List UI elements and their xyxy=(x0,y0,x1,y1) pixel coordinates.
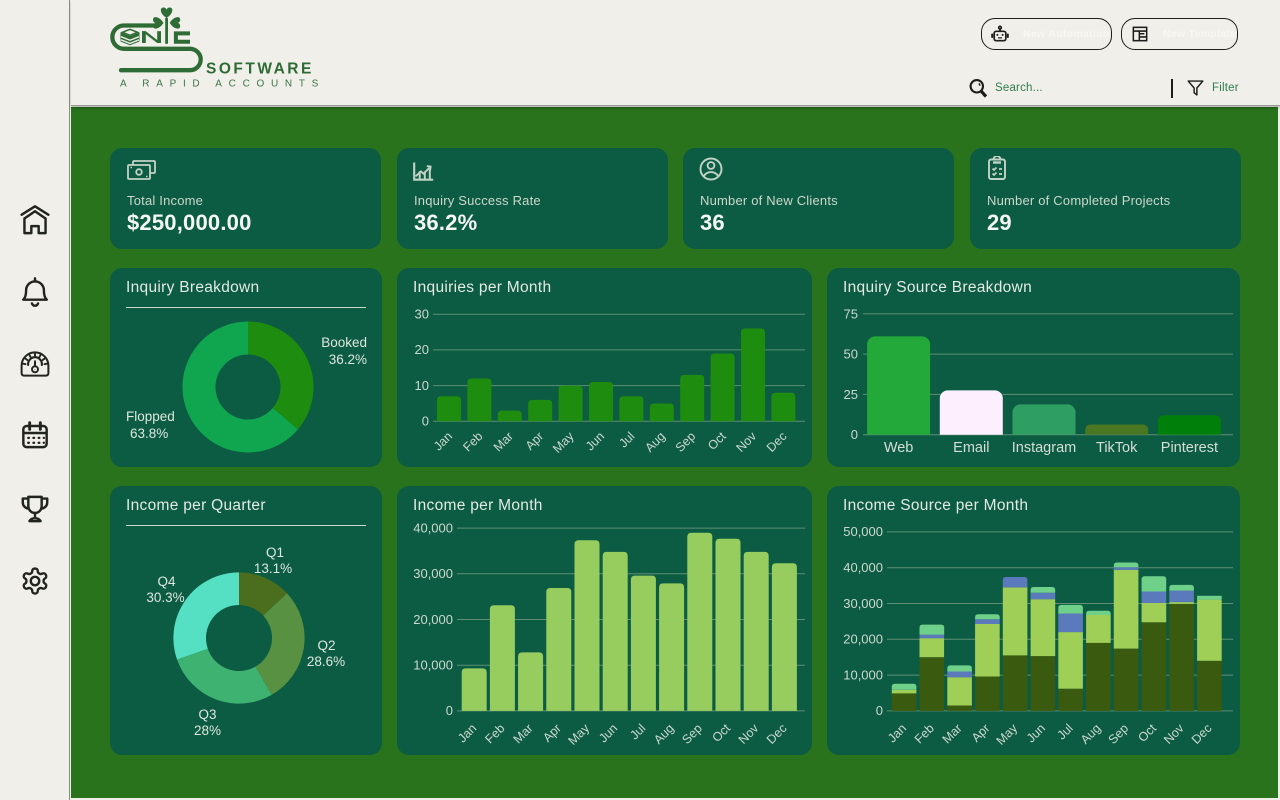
svg-text:40,000: 40,000 xyxy=(413,520,453,535)
svg-text:30.3%: 30.3% xyxy=(146,590,184,605)
svg-text:10,000: 10,000 xyxy=(843,667,883,682)
svg-text:Jan: Jan xyxy=(885,721,909,745)
svg-text:May: May xyxy=(994,721,1021,748)
svg-text:Sep: Sep xyxy=(1106,721,1132,747)
svg-text:30,000: 30,000 xyxy=(413,566,453,581)
svg-text:63.8%: 63.8% xyxy=(130,426,168,441)
svg-text:Aug: Aug xyxy=(642,429,668,455)
svg-text:Apr: Apr xyxy=(523,429,547,453)
svg-text:TikTok: TikTok xyxy=(1096,440,1138,456)
svg-text:Web: Web xyxy=(884,440,914,456)
svg-text:0: 0 xyxy=(422,414,429,429)
svg-text:40,000: 40,000 xyxy=(843,560,883,575)
svg-text:Flopped: Flopped xyxy=(126,409,175,424)
svg-text:Feb: Feb xyxy=(912,721,937,746)
svg-text:May: May xyxy=(566,721,593,748)
svg-text:28%: 28% xyxy=(194,723,221,738)
svg-text:Jul: Jul xyxy=(627,721,648,742)
svg-text:Q1: Q1 xyxy=(266,545,284,560)
svg-text:Dec: Dec xyxy=(1189,721,1215,747)
svg-text:Jun: Jun xyxy=(583,429,607,453)
svg-text:Jan: Jan xyxy=(431,429,455,453)
svg-text:50,000: 50,000 xyxy=(843,524,883,539)
svg-text:Feb: Feb xyxy=(482,721,507,746)
svg-text:Oct: Oct xyxy=(709,721,733,745)
svg-text:30,000: 30,000 xyxy=(843,596,883,611)
svg-text:25: 25 xyxy=(844,387,858,402)
svg-text:Dec: Dec xyxy=(764,429,790,455)
svg-text:Oct: Oct xyxy=(705,429,729,453)
svg-text:28.6%: 28.6% xyxy=(307,654,345,669)
svg-text:20,000: 20,000 xyxy=(413,612,453,627)
svg-text:20,000: 20,000 xyxy=(843,632,883,647)
svg-text:Sep: Sep xyxy=(673,429,699,455)
svg-text:Aug: Aug xyxy=(1078,721,1104,747)
svg-text:Jul: Jul xyxy=(616,429,637,450)
svg-text:May: May xyxy=(550,429,577,456)
svg-text:75: 75 xyxy=(844,306,858,321)
svg-text:Email: Email xyxy=(953,440,989,456)
svg-text:50: 50 xyxy=(844,347,858,362)
svg-text:Mar: Mar xyxy=(511,721,536,746)
svg-text:36.2%: 36.2% xyxy=(329,352,367,367)
svg-text:0: 0 xyxy=(851,427,858,442)
svg-text:Dec: Dec xyxy=(764,721,790,747)
svg-text:10,000: 10,000 xyxy=(413,658,453,673)
svg-text:Nov: Nov xyxy=(733,429,759,455)
svg-text:Oct: Oct xyxy=(1135,721,1159,745)
svg-text:Mar: Mar xyxy=(940,721,965,746)
svg-text:Jun: Jun xyxy=(596,721,620,745)
svg-text:Q3: Q3 xyxy=(198,707,216,722)
svg-text:Nov: Nov xyxy=(736,721,762,747)
svg-text:0: 0 xyxy=(876,703,883,718)
svg-text:Pinterest: Pinterest xyxy=(1161,440,1218,456)
svg-text:Q4: Q4 xyxy=(157,574,176,589)
svg-text:A RAPID ACCOUNTS: A RAPID ACCOUNTS xyxy=(120,79,325,90)
svg-text:SOFTWARE: SOFTWARE xyxy=(206,61,314,78)
svg-text:Jan: Jan xyxy=(455,721,479,745)
svg-text:Mar: Mar xyxy=(491,429,516,454)
svg-text:Feb: Feb xyxy=(460,429,485,454)
svg-text:10: 10 xyxy=(415,378,429,393)
svg-text:Aug: Aug xyxy=(651,721,677,747)
svg-text:13.1%: 13.1% xyxy=(254,561,292,576)
svg-text:Booked: Booked xyxy=(321,335,367,350)
svg-text:Jul: Jul xyxy=(1055,721,1076,742)
svg-text:Q2: Q2 xyxy=(317,638,335,653)
svg-text:Jun: Jun xyxy=(1024,721,1048,745)
svg-text:20: 20 xyxy=(415,342,429,357)
svg-text:Apr: Apr xyxy=(969,721,993,745)
svg-text:Sep: Sep xyxy=(679,721,705,747)
svg-text:0: 0 xyxy=(446,703,453,718)
svg-text:Instagram: Instagram xyxy=(1012,440,1076,456)
svg-text:Apr: Apr xyxy=(540,721,564,745)
svg-text:Nov: Nov xyxy=(1161,721,1187,747)
svg-text:30: 30 xyxy=(415,307,429,322)
